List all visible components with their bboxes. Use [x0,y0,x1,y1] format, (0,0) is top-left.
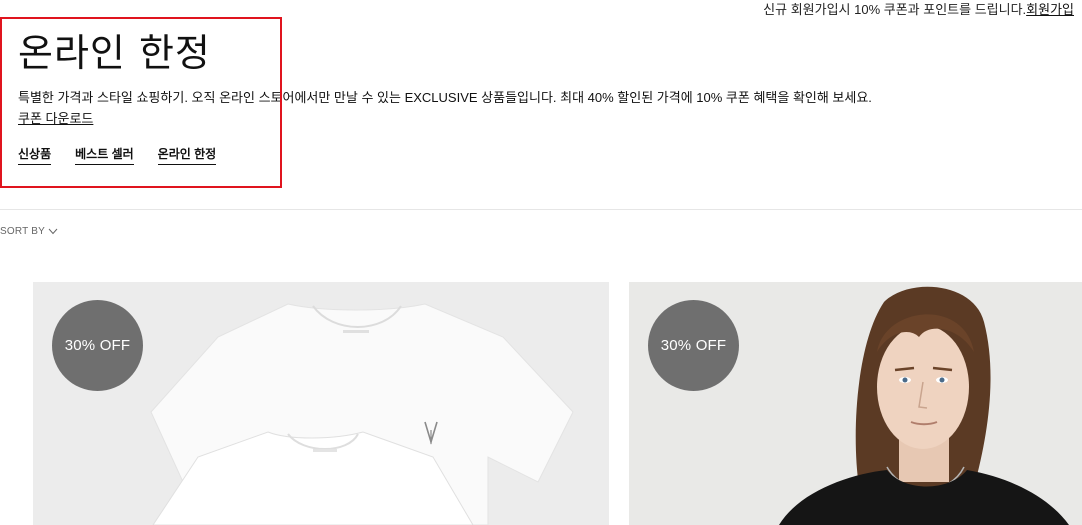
category-sub-nav: 신상품 베스트 셀러 온라인 한정 [18,145,217,165]
sub-nav-online-exclusive[interactable]: 온라인 한정 [157,145,217,165]
divider [0,209,1082,210]
product-card[interactable]: 30% OFF [629,282,1082,525]
product-card[interactable]: 30% OFF [33,282,609,525]
coupon-download-link[interactable]: 쿠폰 다운로드 [18,108,93,127]
chevron-down-icon [48,228,58,235]
discount-badge: 30% OFF [648,300,739,391]
page-title: 온라인 한정 [18,31,211,75]
discount-badge: 30% OFF [52,300,143,391]
sort-by-dropdown[interactable]: SORT BY [0,226,58,237]
sub-nav-new-arrivals[interactable]: 신상품 [18,145,52,165]
sort-by-label: SORT BY [0,226,45,237]
page-description: 특별한 가격과 스타일 쇼핑하기. 오직 온라인 스토어에서만 만날 수 있는 … [18,90,872,105]
sub-nav-best-sellers[interactable]: 베스트 셀러 [75,145,134,165]
promo-bar: 신규 회원가입시 10% 쿠폰과 포인트를 드립니다.회원가입 [763,0,1074,18]
promo-text: 신규 회원가입시 10% 쿠폰과 포인트를 드립니다. [763,2,1027,17]
signup-link[interactable]: 회원가입 [1026,2,1074,17]
